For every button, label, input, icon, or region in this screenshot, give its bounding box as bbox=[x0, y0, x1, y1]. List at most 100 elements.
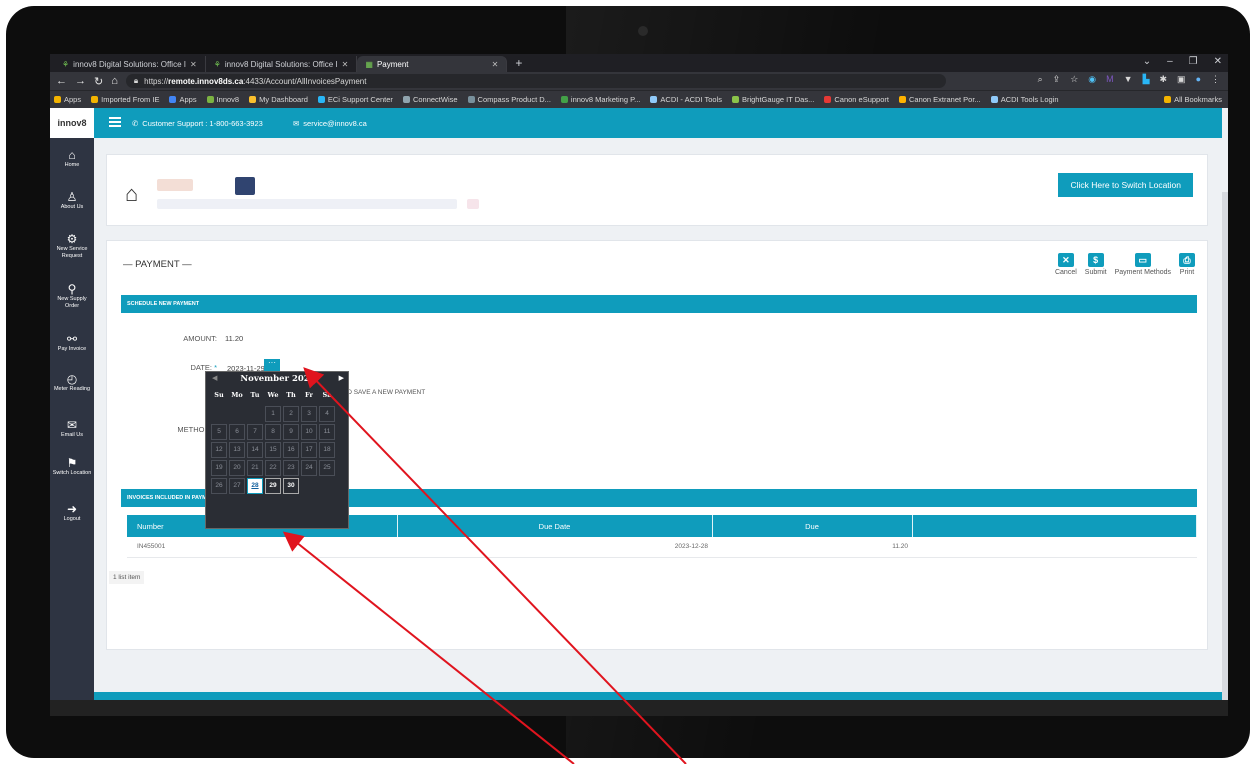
bookmark[interactable]: ConnectWise bbox=[402, 95, 458, 104]
bookmark[interactable]: Canon Extranet Por... bbox=[898, 95, 981, 104]
date-cell: 24 bbox=[301, 460, 317, 476]
support-email[interactable]: ✉ service@innov8.ca bbox=[293, 108, 367, 138]
menu-dots-icon[interactable]: ⋮ bbox=[1211, 74, 1220, 85]
reload-icon[interactable]: ↻ bbox=[94, 75, 103, 88]
bookmarks-bar: Apps Imported From IE Apps Innov8 My Das… bbox=[50, 90, 1228, 108]
col-due[interactable]: Due bbox=[712, 515, 913, 537]
extension-icon[interactable]: ▙ bbox=[1143, 74, 1150, 85]
bookmark[interactable]: innov8 Marketing P... bbox=[560, 95, 640, 104]
chevron-down-icon[interactable]: ⌄ bbox=[1143, 56, 1151, 67]
date-cell-selected[interactable]: 28 bbox=[247, 478, 263, 494]
taskbar bbox=[50, 700, 1228, 716]
date-cell: 8 bbox=[265, 424, 281, 440]
cancel-button[interactable]: ✕ Cancel bbox=[1055, 253, 1077, 276]
screen: ⚘ innov8 Digital Solutions: Office I ✕ ⚘ in… bbox=[50, 54, 1228, 716]
month-title[interactable]: November 2023 bbox=[236, 374, 320, 384]
bookmark[interactable]: Innov8 bbox=[206, 95, 239, 104]
puzzle-icon[interactable]: ✱ bbox=[1160, 74, 1168, 85]
sidebar-item-logout[interactable]: ➜ Logout bbox=[50, 502, 94, 523]
gauge-icon: ◴ bbox=[66, 372, 78, 386]
new-tab-button[interactable]: + bbox=[507, 56, 530, 72]
page-scrollbar[interactable] bbox=[1222, 192, 1228, 716]
phone-icon: ✆ bbox=[132, 118, 139, 128]
date-cell: 11 bbox=[319, 424, 335, 440]
bookmark-all[interactable]: All Bookmarks bbox=[1164, 95, 1228, 104]
support-email-text: service@innov8.ca bbox=[303, 118, 367, 128]
bookmark[interactable]: Imported From IE bbox=[91, 95, 159, 104]
profile-avatar[interactable]: ● bbox=[1196, 74, 1201, 85]
col-due-date[interactable]: Due Date bbox=[397, 515, 713, 537]
extension-icon[interactable]: ▼ bbox=[1124, 74, 1133, 85]
close-window-icon[interactable]: ✕ bbox=[1214, 56, 1222, 67]
zoom-icon[interactable]: ⌕ bbox=[1038, 74, 1043, 85]
close-icon[interactable]: ✕ bbox=[190, 60, 197, 69]
redacted-name bbox=[157, 179, 193, 191]
close-icon[interactable]: ✕ bbox=[342, 60, 349, 69]
bookmark[interactable]: ACDI Tools Login bbox=[990, 95, 1059, 104]
wrench-icon: ⚙ bbox=[66, 232, 78, 246]
hamburger-menu-icon[interactable] bbox=[109, 117, 121, 127]
bookmark[interactable]: Compass Product D... bbox=[467, 95, 551, 104]
share-icon[interactable]: ⇪ bbox=[1053, 74, 1061, 85]
browser-tab-active[interactable]: ▦ Payment ✕ bbox=[357, 56, 508, 72]
sidebar-item-email[interactable]: ✉ Email Us bbox=[50, 418, 94, 439]
bookmark[interactable]: ECi Support Center bbox=[317, 95, 393, 104]
logout-icon: ➜ bbox=[66, 502, 78, 516]
url-field[interactable]: 🔒︎ https://remote.innov8ds.ca:4433/Accou… bbox=[125, 74, 946, 88]
extension-icon[interactable]: M bbox=[1106, 74, 1114, 85]
invoice-due: 11.20 bbox=[712, 537, 912, 558]
logo[interactable]: innov8 bbox=[50, 108, 94, 138]
sidebar-item-about[interactable]: ♙ About Us bbox=[50, 190, 94, 211]
switch-location-button[interactable]: Click Here to Switch Location bbox=[1058, 173, 1193, 197]
footer-bar bbox=[94, 692, 1222, 700]
submit-button[interactable]: $ Submit bbox=[1085, 253, 1107, 276]
home-icon: ⌂ bbox=[68, 148, 76, 162]
browser-tab[interactable]: ⚘ innov8 Digital Solutions: Office I ✕ bbox=[54, 56, 206, 72]
print-button[interactable]: ⎙ Print bbox=[1179, 253, 1195, 276]
date-cell[interactable]: 29 bbox=[265, 478, 281, 494]
bookmark[interactable]: Canon eSupport bbox=[824, 95, 889, 104]
cart-icon: ⚲ bbox=[67, 282, 77, 296]
sidebar-item-pay-invoice[interactable]: ⚯ Pay Invoice bbox=[50, 332, 94, 353]
table-row[interactable]: IN455001 2023-12-28 11.20 bbox=[127, 537, 1197, 558]
home-browser-icon[interactable]: ⌂ bbox=[111, 75, 118, 87]
sidebar-item-supply-order[interactable]: ⚲ New Supply Order bbox=[50, 282, 94, 310]
extension-icon[interactable]: ◉ bbox=[1088, 74, 1096, 85]
payment-methods-button[interactable]: ▭ Payment Methods bbox=[1115, 253, 1171, 276]
date-picker-header: ◀ November 2023 ▶ bbox=[206, 374, 350, 386]
bookmark[interactable]: Apps bbox=[54, 95, 81, 104]
bookmark[interactable]: BrightGauge IT Das... bbox=[731, 95, 814, 104]
date-cell: 26 bbox=[211, 478, 227, 494]
redacted-block bbox=[235, 177, 255, 195]
bookmark[interactable]: Apps bbox=[169, 95, 197, 104]
weekday-header: Th bbox=[286, 391, 296, 399]
sidebar-item-meter-reading[interactable]: ◴ Meter Reading bbox=[50, 372, 94, 393]
sidebar-item-switch-location[interactable]: ⚑ Switch Location bbox=[50, 456, 94, 477]
next-month-icon[interactable]: ▶ bbox=[339, 374, 344, 382]
forward-icon[interactable]: → bbox=[75, 75, 86, 87]
sidebar-item-service-request[interactable]: ⚙ New Service Request bbox=[50, 232, 94, 260]
date-cell: 7 bbox=[247, 424, 263, 440]
restore-icon[interactable]: ❐ bbox=[1189, 56, 1198, 67]
browser-tab[interactable]: ⚘ innov8 Digital Solutions: Office I ✕ bbox=[206, 56, 358, 72]
sidebar-item-home[interactable]: ⌂ Home bbox=[50, 148, 94, 169]
date-picker-button[interactable]: ··· bbox=[264, 359, 280, 371]
close-icon[interactable]: ✕ bbox=[492, 60, 499, 69]
back-icon[interactable]: ← bbox=[56, 75, 67, 87]
date-cell[interactable]: 30 bbox=[283, 478, 299, 494]
window-controls: ⌄ – ❐ ✕ bbox=[1143, 56, 1222, 67]
date-cell: 17 bbox=[301, 442, 317, 458]
star-icon[interactable]: ☆ bbox=[1070, 74, 1078, 85]
date-cell: 20 bbox=[229, 460, 245, 476]
amount-label: AMOUNT: bbox=[183, 334, 217, 343]
minimize-icon[interactable]: – bbox=[1167, 56, 1173, 67]
bookmark[interactable]: My Dashboard bbox=[249, 95, 308, 104]
sidepanel-icon[interactable]: ▣ bbox=[1177, 74, 1186, 85]
bookmark[interactable]: ACDI - ACDI Tools bbox=[650, 95, 722, 104]
top-navbar: innov8 ✆ Customer Support : 1-800-663-39… bbox=[50, 108, 1222, 138]
browser-tab-bar: ⚘ innov8 Digital Solutions: Office I ✕ ⚘ in… bbox=[50, 54, 1228, 72]
date-cell: 21 bbox=[247, 460, 263, 476]
prev-month-icon[interactable]: ◀ bbox=[212, 374, 217, 382]
mail-icon: ✉ bbox=[293, 118, 300, 128]
tab-favicon-icon: ⚘ bbox=[62, 59, 70, 69]
